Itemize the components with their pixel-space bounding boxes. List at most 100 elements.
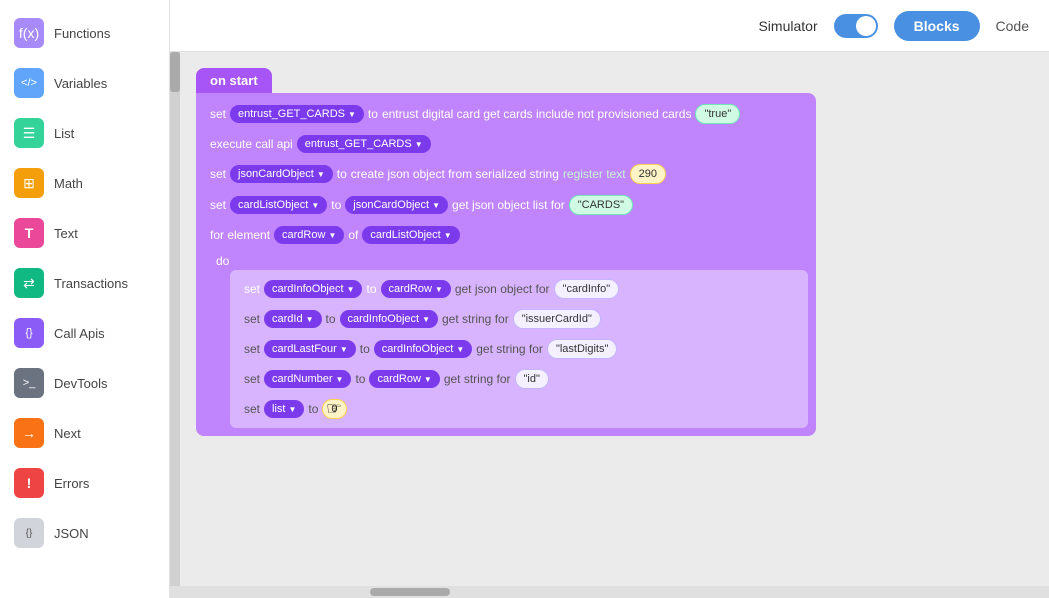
code-button[interactable]: Code [996,18,1029,34]
sidebar-item-text[interactable]: T Text [0,208,169,258]
sidebar-item-label: Text [54,226,78,241]
functions-icon: f(x) [14,18,44,48]
for-keyword: for element [210,228,270,242]
var-card-info-object[interactable]: cardInfoObject [264,280,362,298]
val-zero: 0 [322,399,346,419]
text-icon: T [14,218,44,248]
of-keyword: of [348,228,358,242]
to-keyword-10: to [308,402,318,416]
sidebar-item-list[interactable]: ☰ List [0,108,169,158]
devtools-icon: >_ [14,368,44,398]
var-card-last-four[interactable]: cardLastFour [264,340,356,358]
to-keyword-4: to [331,198,341,212]
to-keyword-7: to [326,312,336,326]
block-row-2: execute call api entrust_GET_CARDS [204,132,808,156]
left-scrollbar[interactable] [170,52,180,586]
simulator-label: Simulator [758,18,817,34]
sidebar-item-errors[interactable]: ! Errors [0,458,169,508]
canvas-area[interactable]: on start set entrust_GET_CARDS to entrus… [180,52,1049,586]
on-start-header: on start [196,68,272,93]
sidebar-item-label: Functions [54,26,110,41]
blocks-button[interactable]: Blocks [894,11,980,41]
set-keyword-3: set [210,167,226,181]
val-290: 290 [630,164,666,184]
desc-1: entrust digital card get cards include n… [382,107,692,121]
simulator-toggle[interactable] [834,14,878,38]
desc-7: get string for [442,312,509,326]
variables-icon: </> [14,68,44,98]
execute-keyword: execute call api [210,137,293,151]
main-block-body: set entrust_GET_CARDS to entrust digital… [196,93,816,436]
key-issuer-card-id: "issuerCardId" [513,309,601,329]
block-row-6: set cardInfoObject to cardRow get json o… [238,276,800,302]
sidebar-item-label: DevTools [54,376,107,391]
var-card-id[interactable]: cardId [264,310,322,328]
sidebar-item-label: JSON [54,526,89,541]
list-icon: ☰ [14,118,44,148]
bottom-scrollbar[interactable] [170,586,1049,598]
bottom-scrollbar-thumb[interactable] [370,588,450,596]
val-true: "true" [695,104,740,124]
block-row-8: set cardLastFour to cardInfoObject get s… [238,336,800,362]
sidebar-item-callapis[interactable]: {} Call Apis [0,308,169,358]
sidebar-item-json[interactable]: {} JSON [0,508,169,558]
sidebar-item-next[interactable]: → Next [0,408,169,458]
next-icon: → [14,418,44,448]
sidebar-item-devtools[interactable]: >_ DevTools [0,358,169,408]
set-keyword-6: set [244,282,260,296]
to-keyword-8: to [360,342,370,356]
key-card-info: "cardInfo" [554,279,620,299]
sidebar-item-functions[interactable]: f(x) Functions [0,8,169,58]
to-keyword-6: to [366,282,376,296]
label-register: register text [563,167,626,181]
set-keyword-10: set [244,402,260,416]
sidebar-item-variables[interactable]: </> Variables [0,58,169,108]
desc-9: get string for [444,372,511,386]
var-json-card-object[interactable]: jsonCardObject [230,165,333,183]
src-card-info-8[interactable]: cardInfoObject [374,340,472,358]
src-card-row-9[interactable]: cardRow [369,370,439,388]
var-card-number[interactable]: cardNumber [264,370,351,388]
math-icon: ⊞ [14,168,44,198]
var-list[interactable]: list [264,400,304,418]
to-keyword-3: to [337,167,347,181]
list-card-list-object[interactable]: cardListObject [362,226,459,244]
key-id: "id" [515,369,549,389]
src-card-row-6[interactable]: cardRow [381,280,451,298]
sidebar: f(x) Functions </> Variables ☰ List ⊞ Ma… [0,0,170,598]
to-keyword-1: to [368,107,378,121]
sidebar-item-label: Errors [54,476,89,491]
do-label: do [210,252,235,270]
desc-8: get string for [476,342,543,356]
callapis-icon: {} [14,318,44,348]
set-keyword-7: set [244,312,260,326]
block-row-10: set list to 0 ☞ [238,396,800,422]
json-icon: {} [14,518,44,548]
set-keyword-1: set [210,107,226,121]
set-keyword-8: set [244,342,260,356]
var-card-list-object[interactable]: cardListObject [230,196,327,214]
val-cards: "CARDS" [569,195,633,215]
sidebar-item-label: Variables [54,76,107,91]
sidebar-item-label: List [54,126,74,141]
var-entrust-get-cards[interactable]: entrust_GET_CARDS [230,105,364,123]
sidebar-item-label: Math [54,176,83,191]
src-card-info-7[interactable]: cardInfoObject [340,310,438,328]
topbar: Simulator Blocks Code [170,0,1049,52]
block-row-5: for element cardRow of cardListObject [204,223,808,247]
desc-3: create json object from serialized strin… [351,167,559,181]
desc-6: get json object for [455,282,550,296]
for-loop-body: set cardInfoObject to cardRow get json o… [230,270,808,428]
elem-card-row[interactable]: cardRow [274,226,344,244]
sidebar-item-math[interactable]: ⊞ Math [0,158,169,208]
set-keyword-9: set [244,372,260,386]
src-json-card-object-4[interactable]: jsonCardObject [345,196,448,214]
to-keyword-9: to [355,372,365,386]
desc-4: get json object list for [452,198,565,212]
block-row-7: set cardId to cardInfoObject get string … [238,306,800,332]
main-content: Simulator Blocks Code on start set entru… [170,0,1049,598]
key-last-digits: "lastDigits" [547,339,617,359]
sidebar-item-transactions[interactable]: ⇄ Transactions [0,258,169,308]
block-row-4: set cardListObject to jsonCardObject get… [204,192,808,218]
execute-api-name[interactable]: entrust_GET_CARDS [297,135,431,153]
